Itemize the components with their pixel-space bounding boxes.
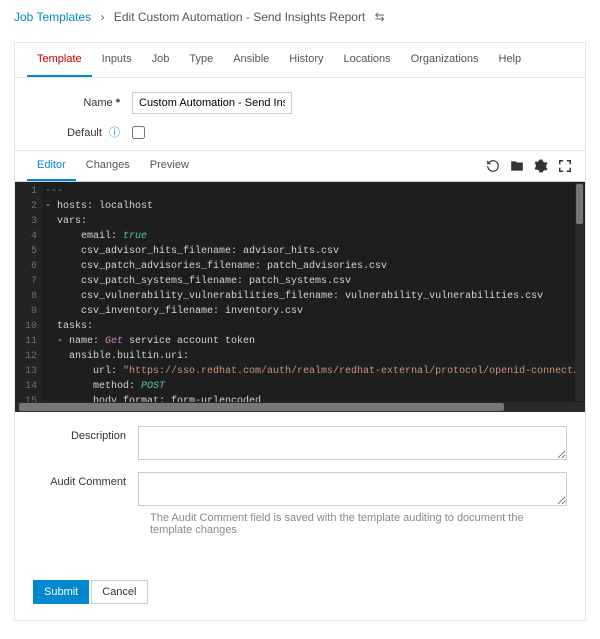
swap-icon[interactable]: ⇆: [375, 10, 385, 24]
audit-hint: The Audit Comment field is saved with th…: [150, 512, 567, 536]
editor-tab-editor[interactable]: Editor: [27, 151, 76, 181]
vertical-scrollbar[interactable]: [575, 183, 584, 401]
horizontal-scrollbar[interactable]: [15, 402, 585, 412]
default-row: Default ⓘ: [27, 124, 573, 140]
tab-type[interactable]: Type: [179, 43, 223, 77]
info-icon[interactable]: ⓘ: [109, 127, 120, 139]
form-section: Name * Default ⓘ: [15, 78, 585, 140]
tab-locations[interactable]: Locations: [334, 43, 401, 77]
description-label: Description: [33, 426, 138, 460]
default-checkbox[interactable]: [132, 126, 145, 139]
code-editor[interactable]: 123456789101112131415161718192021 ---- h…: [15, 182, 585, 402]
description-input[interactable]: [138, 426, 567, 460]
under-form: Description Audit Comment The Audit Comm…: [15, 412, 585, 566]
tab-job[interactable]: Job: [142, 43, 180, 77]
breadcrumb-separator: ›: [101, 10, 105, 24]
breadcrumb-root[interactable]: Job Templates: [14, 10, 91, 24]
name-input[interactable]: [132, 92, 292, 114]
editor-tab-preview[interactable]: Preview: [140, 151, 199, 181]
tab-history[interactable]: History: [279, 43, 333, 77]
editor-toolbar: EditorChangesPreview: [15, 150, 585, 182]
tab-inputs[interactable]: Inputs: [92, 43, 142, 77]
line-gutter: 123456789101112131415161718192021: [15, 182, 43, 402]
audit-row: Audit Comment: [33, 472, 567, 506]
submit-button[interactable]: Submit: [33, 580, 89, 604]
tab-template[interactable]: Template: [27, 43, 92, 77]
tab-ansible[interactable]: Ansible: [223, 43, 279, 77]
breadcrumb-current: Edit Custom Automation - Send Insights R…: [114, 10, 365, 24]
tab-help[interactable]: Help: [489, 43, 532, 77]
code-editor-wrap: ▴ 123456789101112131415161718192021 ----…: [15, 182, 585, 412]
code-body[interactable]: ---- hosts: localhost vars: email: true …: [43, 182, 585, 402]
settings-icon[interactable]: [533, 158, 549, 174]
import-icon[interactable]: [509, 158, 525, 174]
default-label: Default ⓘ: [27, 124, 132, 140]
description-row: Description: [33, 426, 567, 460]
undo-icon[interactable]: [485, 158, 501, 174]
name-row: Name *: [27, 92, 573, 114]
audit-input[interactable]: [138, 472, 567, 506]
breadcrumb: Job Templates › Edit Custom Automation -…: [0, 0, 600, 34]
name-label: Name *: [27, 97, 132, 109]
audit-label: Audit Comment: [33, 472, 138, 506]
fullscreen-icon[interactable]: [557, 158, 573, 174]
editor-tab-changes[interactable]: Changes: [76, 151, 140, 181]
cancel-button[interactable]: Cancel: [91, 580, 147, 604]
tab-organizations[interactable]: Organizations: [401, 43, 489, 77]
tabs: TemplateInputsJobTypeAnsibleHistoryLocat…: [15, 43, 585, 78]
actions: SubmitCancel: [15, 566, 585, 620]
main-card: TemplateInputsJobTypeAnsibleHistoryLocat…: [14, 42, 586, 621]
